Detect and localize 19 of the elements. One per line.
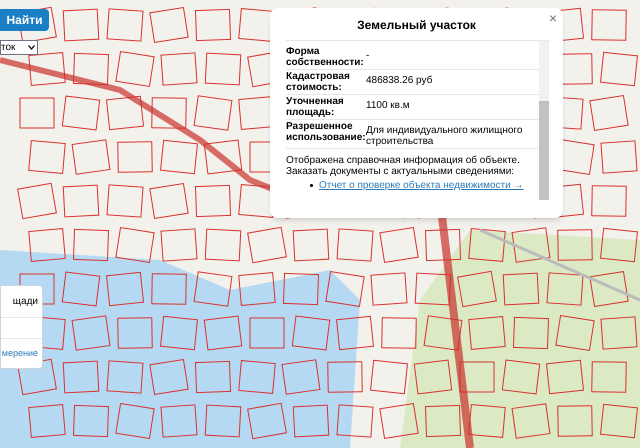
region-select[interactable]: ток bbox=[0, 40, 38, 55]
field-value: Для индивидуального жилищного строительства bbox=[366, 124, 524, 147]
close-button[interactable]: × bbox=[548, 8, 557, 29]
bullet-icon bbox=[310, 184, 313, 187]
field-label: Кадастровая стоимость: bbox=[286, 71, 351, 93]
info-note: Отображена справочная информация об объекте. Заказать документы с актуальными сведениями: bbox=[286, 155, 521, 177]
field-label: Форма собственности: bbox=[286, 46, 365, 68]
scrollbar[interactable] bbox=[539, 41, 549, 200]
panel-heading: щади bbox=[1, 294, 42, 318]
report-link[interactable]: Отчет о проверке объекта недвижимости → bbox=[319, 180, 524, 191]
chevron-icon bbox=[28, 45, 35, 50]
field-label: Разрешенное использование: bbox=[286, 121, 366, 145]
search-button[interactable]: Найти bbox=[0, 9, 49, 31]
measure-link[interactable]: мерение bbox=[1, 338, 42, 360]
field-value: 1100 кв.м bbox=[366, 99, 411, 113]
field-value: 486838.26 руб bbox=[366, 74, 434, 88]
popup-title: Земельный участок bbox=[356, 17, 477, 34]
field-value: - bbox=[366, 49, 370, 63]
field-label: Уточненная площадь: bbox=[286, 96, 345, 118]
